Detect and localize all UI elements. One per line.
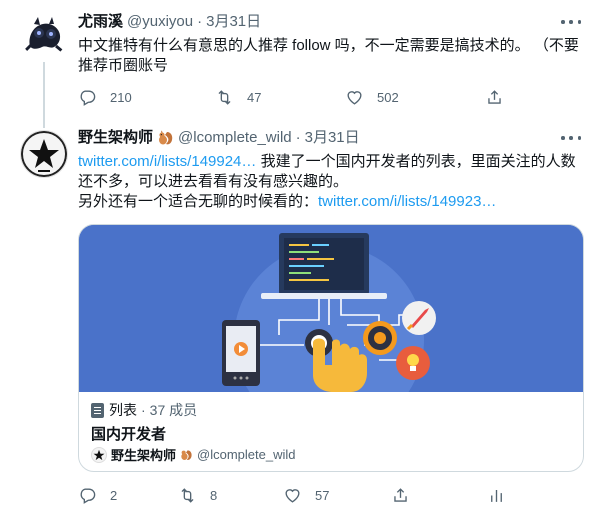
retweet-icon: [181, 488, 194, 503]
share-icon: [488, 90, 501, 104]
share-button[interactable]: [485, 88, 504, 107]
more-icon[interactable]: [561, 130, 581, 146]
tweet-1[interactable]: 尤雨溪 @yuxiyou · 3月31日 中文推特有什么有意思的人推荐 foll…: [0, 0, 599, 128]
tweet-header: 野生架构师 @lcomplete_wild · 3月31日: [78, 128, 360, 148]
analytics-button[interactable]: [487, 486, 506, 505]
retweet-button[interactable]: 47: [215, 88, 345, 107]
tweet-header: 尤雨溪 @yuxiyou · 3月31日: [78, 12, 261, 32]
member-count: 37 成员: [149, 402, 198, 418]
reply-button[interactable]: 2: [78, 486, 178, 505]
squirrel-emoji: [181, 449, 192, 460]
list-owner: 野生架构师 @lcomplete_wild: [91, 445, 295, 464]
reply-button[interactable]: 210: [78, 88, 215, 107]
author-handle[interactable]: @lcomplete_wild: [178, 128, 292, 148]
reply-icon: [80, 488, 96, 504]
owner-avatar: [91, 446, 107, 463]
card-kind: 列表: [109, 402, 137, 418]
reply-icon: [80, 90, 96, 106]
list-link-2[interactable]: twitter.com/i/lists/149923…: [318, 193, 496, 210]
reply-count: 2: [110, 488, 118, 503]
list-title: 国内开发者: [91, 426, 167, 443]
retweet-count: 8: [210, 488, 218, 503]
separator: ·: [197, 13, 203, 30]
retweet-button[interactable]: 8: [178, 486, 283, 505]
owner-name: 野生架构师: [111, 448, 177, 463]
squirrel-emoji: [159, 130, 173, 145]
tweet-text: twitter.com/i/lists/149924… 我建了一个国内开发者的列…: [78, 152, 586, 212]
reply-count: 210: [110, 90, 132, 105]
avatar-image: [20, 10, 68, 58]
avatar-yuxiyou[interactable]: [20, 10, 68, 58]
like-count: 57: [315, 488, 330, 503]
author-name[interactable]: 尤雨溪: [78, 12, 123, 32]
analytics-icon: [491, 489, 502, 502]
share-button[interactable]: [391, 486, 487, 505]
like-button[interactable]: 57: [283, 486, 391, 505]
more-icon[interactable]: [561, 14, 581, 30]
tweet-2[interactable]: 野生架构师 @lcomplete_wild · 3月31日 twitter.co…: [0, 122, 599, 515]
avatar-lcomplete[interactable]: [20, 130, 68, 178]
action-bar: 210 47 502: [78, 88, 508, 107]
like-icon: [347, 91, 362, 105]
list-link-1[interactable]: twitter.com/i/lists/149924…: [78, 153, 256, 170]
like-button[interactable]: 502: [345, 88, 485, 107]
owner-handle: @lcomplete_wild: [197, 447, 296, 462]
card-image: [79, 225, 583, 392]
author-handle[interactable]: @yuxiyou: [127, 12, 193, 32]
tweet-date[interactable]: 3月31日: [305, 128, 360, 148]
meta-separator: ·: [141, 402, 146, 418]
tweet-date[interactable]: 3月31日: [206, 12, 261, 32]
avatar-image: [21, 131, 67, 177]
retweet-icon: [218, 90, 231, 105]
action-bar: 2 8 57: [78, 486, 518, 505]
like-count: 502: [377, 90, 399, 105]
separator: ·: [295, 129, 301, 146]
list-icon: [91, 402, 104, 418]
tweet-text: 中文推特有什么有意思的人推荐 follow 吗，不一定需要是搞技术的。 （不要推…: [78, 37, 579, 74]
list-card[interactable]: 列表 · 37 成员 国内开发者 野生架构师 @lcomplete_wild: [78, 224, 584, 472]
share-icon: [394, 488, 407, 502]
retweet-count: 47: [247, 90, 262, 105]
card-meta: 列表 · 37 成员: [91, 400, 197, 420]
thread-line: [43, 62, 45, 128]
tweet-text-part2: 另外还有一个适合无聊的时候看的：: [78, 193, 319, 210]
like-icon: [285, 489, 300, 503]
author-name[interactable]: 野生架构师: [78, 128, 153, 148]
